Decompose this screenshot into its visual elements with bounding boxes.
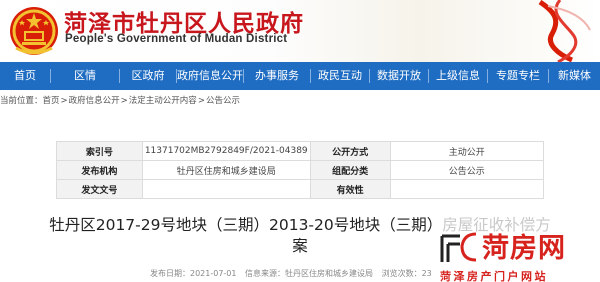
breadcrumb-link-statutory-content[interactable]: 法定主动公开内容 xyxy=(129,94,197,106)
watermark-logo-icon xyxy=(440,232,477,262)
table-row: 发布机构 牡丹区住房和城乡建设局 组配分类 公告公示 xyxy=(56,160,545,180)
validity-value xyxy=(389,179,545,199)
nav-item-superior-info[interactable]: 上级信息 xyxy=(429,62,487,90)
nav-item-home[interactable]: 首页 xyxy=(0,62,50,90)
article-title-end: 案 xyxy=(292,237,308,255)
nav-item-info-disclosure[interactable]: 政府信息公开 xyxy=(177,62,243,90)
publisher-value: 牡丹区住房和城乡建设局 xyxy=(141,160,311,180)
site-subtitle: People's Government of Mudan District xyxy=(65,33,288,45)
disclosure-method-value: 主动公开 xyxy=(389,141,545,161)
view-count: 浏览次数：23 xyxy=(381,269,432,278)
breadcrumb-separator: > xyxy=(197,96,205,106)
nav-item-special-topics[interactable]: 专题专栏 xyxy=(488,62,548,90)
index-number-label: 索引号 xyxy=(56,141,143,161)
publish-date: 发布日期：2021-07-01 xyxy=(150,269,237,278)
national-emblem-icon xyxy=(10,7,58,55)
breadcrumb-link-announcements[interactable]: 公告公示 xyxy=(206,94,240,106)
site-watermark: 菏房网 菏泽房产门户网站 xyxy=(440,226,600,282)
breadcrumb-link-info-disclosure[interactable]: 政府信息公开 xyxy=(69,94,120,106)
document-number-label: 发文文号 xyxy=(56,179,143,199)
nav-item-interaction[interactable]: 政民互动 xyxy=(311,62,369,90)
info-source: 信息来源：牡丹区住房和城乡建设局 xyxy=(245,269,374,278)
category-label: 组配分类 xyxy=(309,160,391,180)
breadcrumb: 当前位置：首页>政府信息公开>法定主动公开内容>公告公示 xyxy=(0,94,600,110)
watermark-name: 菏房网 xyxy=(482,233,566,264)
breadcrumb-prefix: 当前位置： xyxy=(0,96,43,106)
nav-item-services[interactable]: 办事服务 xyxy=(244,62,310,90)
nav-item-open-data[interactable]: 数据开放 xyxy=(370,62,428,90)
nav-item-new-media[interactable]: 新媒体 xyxy=(549,62,600,90)
nav-item-district-info[interactable]: 区情 xyxy=(51,62,119,90)
decorative-ribbon-icon xyxy=(538,0,591,62)
table-row: 索引号 11371702MB2792849F/2021-04389 公开方式 主… xyxy=(56,141,545,161)
publisher-label: 发布机构 xyxy=(56,160,143,180)
breadcrumb-separator: > xyxy=(60,96,68,106)
breadcrumb-separator: > xyxy=(120,96,128,106)
site-header: 菏泽市牡丹区人民政府 People's Government of Mudan … xyxy=(0,0,600,62)
index-number-value: 11371702MB2792849F/2021-04389 xyxy=(141,141,311,161)
table-row: 发文文号 有效性 xyxy=(56,179,545,199)
article-title-main: 牡丹区2017-29号地块（三期）2013-20号地块（三期） xyxy=(49,216,443,234)
article-meta: 发布日期：2021-07-01 信息来源：牡丹区住房和城乡建设局 浏览次数：23 xyxy=(150,268,438,279)
category-value: 公告公示 xyxy=(389,160,545,180)
breadcrumb-link-home[interactable]: 首页 xyxy=(43,94,60,106)
main-nav: 首页 区情 区政府 政府信息公开 办事服务 政民互动 数据开放 上级信息 专题专… xyxy=(0,62,600,90)
watermark-tagline: 菏泽房产门户网站 xyxy=(440,270,548,282)
document-info-table: 索引号 11371702MB2792849F/2021-04389 公开方式 主… xyxy=(56,141,545,199)
document-number-value xyxy=(141,179,311,199)
nav-item-district-government[interactable]: 区政府 xyxy=(120,62,176,90)
validity-label: 有效性 xyxy=(309,179,391,199)
disclosure-method-label: 公开方式 xyxy=(309,141,391,161)
